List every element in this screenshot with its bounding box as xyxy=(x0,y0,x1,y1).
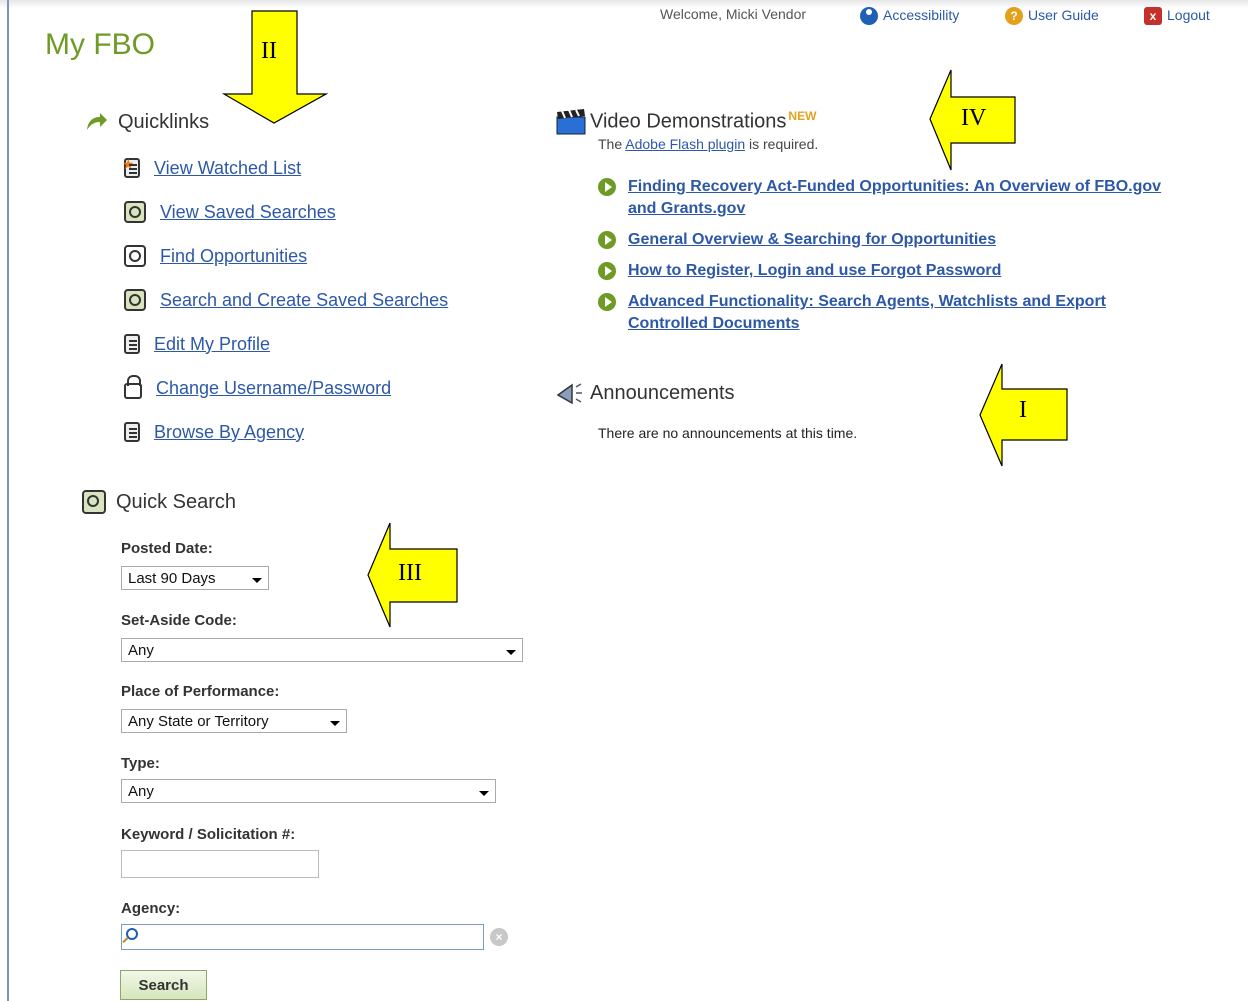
play-icon xyxy=(598,231,616,249)
announcements-heading: Announcements xyxy=(556,381,735,405)
posted-date-value: Last 90 Days xyxy=(128,569,216,587)
quicklink-label[interactable]: View Saved Searches xyxy=(160,202,336,223)
video-item[interactable]: Finding Recovery Act-Funded Opportunitie… xyxy=(598,176,1178,220)
quicklink-view-watched-list[interactable]: ★ View Watched List xyxy=(122,146,448,190)
type-select[interactable]: Any xyxy=(121,779,496,803)
lock-icon xyxy=(124,375,142,399)
search-icon xyxy=(126,928,138,940)
video-link[interactable]: General Overview & Searching for Opportu… xyxy=(628,229,996,251)
saved-searches-icon xyxy=(124,201,146,223)
clear-icon[interactable]: × xyxy=(490,928,508,946)
video-link[interactable]: Finding Recovery Act-Funded Opportunitie… xyxy=(628,176,1178,220)
type-value: Any xyxy=(128,782,154,800)
place-of-performance-label: Place of Performance: xyxy=(121,683,280,700)
watched-list-icon: ★ xyxy=(122,156,140,178)
callout-label-i: I xyxy=(1019,397,1027,423)
video-item[interactable]: Advanced Functionality: Search Agents, W… xyxy=(598,291,1178,335)
quicklinks-list: ★ View Watched List View Saved Searches … xyxy=(122,146,448,454)
keyword-input[interactable] xyxy=(121,850,319,878)
logout-icon: x xyxy=(1144,7,1162,25)
accessibility-label: Accessibility xyxy=(883,7,960,23)
flash-req-suffix: is required. xyxy=(745,136,819,152)
document-icon xyxy=(124,422,140,442)
callout-arrow-ii: II xyxy=(222,10,328,124)
saved-searches-icon xyxy=(124,289,146,311)
quicklinks-arrow-icon xyxy=(84,110,108,134)
callout-arrow-iii: III xyxy=(367,522,459,628)
callout-label-iii: III xyxy=(398,560,422,586)
quicklink-label[interactable]: Change Username/Password xyxy=(156,378,391,399)
quicklinks-title: Quicklinks xyxy=(118,110,210,133)
accessibility-link[interactable]: Accessibility xyxy=(860,6,960,25)
help-icon: ? xyxy=(1005,7,1023,25)
quick-search-icon xyxy=(82,490,106,514)
megaphone-icon xyxy=(556,381,582,405)
agency-label: Agency: xyxy=(121,900,181,917)
announcements-text: There are no announcements at this time. xyxy=(598,425,858,441)
posted-date-select[interactable]: Last 90 Days xyxy=(121,566,269,590)
quicklink-change-password[interactable]: Change Username/Password xyxy=(124,366,448,410)
find-icon xyxy=(124,245,146,267)
adobe-flash-link[interactable]: Adobe Flash plugin xyxy=(625,136,745,152)
agency-input[interactable] xyxy=(121,924,484,950)
keyword-label: Keyword / Solicitation #: xyxy=(121,826,296,843)
quicklink-label[interactable]: Browse By Agency xyxy=(154,422,304,443)
type-label: Type: xyxy=(121,755,160,772)
place-of-performance-select[interactable]: Any State or Territory xyxy=(121,709,347,733)
profile-icon xyxy=(124,334,140,354)
play-icon xyxy=(598,293,616,311)
new-badge: NEW xyxy=(788,109,817,123)
video-title: Video Demonstrations xyxy=(590,110,787,133)
logout-label: Logout xyxy=(1167,7,1210,23)
quicklink-label[interactable]: Find Opportunities xyxy=(160,246,307,267)
quicklinks-heading: Quicklinks xyxy=(84,110,209,134)
left-border xyxy=(7,0,9,1001)
chevron-down-icon xyxy=(506,649,516,655)
accessibility-icon xyxy=(860,7,878,25)
video-item[interactable]: How to Register, Login and use Forgot Pa… xyxy=(598,260,1178,282)
clapperboard-icon xyxy=(556,109,586,135)
quicklink-browse-by-agency[interactable]: Browse By Agency xyxy=(124,410,448,454)
callout-arrow-i: I xyxy=(979,363,1069,467)
quicklink-edit-profile[interactable]: Edit My Profile xyxy=(124,322,448,366)
posted-date-label: Posted Date: xyxy=(121,540,213,557)
logout-link[interactable]: x Logout xyxy=(1144,6,1210,25)
callout-label-ii: II xyxy=(261,38,277,64)
play-icon xyxy=(598,178,616,196)
quicklink-label[interactable]: View Watched List xyxy=(154,158,301,179)
quicklink-label[interactable]: Edit My Profile xyxy=(154,334,270,355)
play-icon xyxy=(598,262,616,280)
search-button[interactable]: Search xyxy=(120,970,207,1000)
user-guide-label: User Guide xyxy=(1028,7,1099,23)
place-of-performance-value: Any State or Territory xyxy=(128,712,269,730)
chevron-down-icon xyxy=(252,577,262,583)
page-title: My FBO xyxy=(45,28,155,61)
video-item[interactable]: General Overview & Searching for Opportu… xyxy=(598,229,1178,251)
callout-label-iv: IV xyxy=(961,105,987,131)
video-link[interactable]: How to Register, Login and use Forgot Pa… xyxy=(628,260,1001,282)
quicklink-find-opportunities[interactable]: Find Opportunities xyxy=(124,234,448,278)
chevron-down-icon xyxy=(330,720,340,726)
set-aside-value: Any xyxy=(128,641,154,659)
chevron-down-icon xyxy=(479,790,489,796)
quicklink-label[interactable]: Search and Create Saved Searches xyxy=(160,290,448,311)
quick-search-heading: Quick Search xyxy=(82,490,236,514)
set-aside-label: Set-Aside Code: xyxy=(121,612,237,629)
quick-search-title: Quick Search xyxy=(116,490,237,513)
video-heading: Video Demonstrations NEW xyxy=(556,109,817,135)
set-aside-select[interactable]: Any xyxy=(121,638,523,662)
video-list: Finding Recovery Act-Funded Opportunitie… xyxy=(598,176,1178,344)
callout-arrow-iv: IV xyxy=(929,69,1017,171)
flash-requirement: The Adobe Flash plugin is required. xyxy=(598,136,818,152)
welcome-text: Welcome, Micki Vendor xyxy=(660,6,807,22)
quicklink-search-and-create[interactable]: Search and Create Saved Searches xyxy=(124,278,448,322)
announcements-title: Announcements xyxy=(590,381,735,404)
quicklink-view-saved-searches[interactable]: View Saved Searches xyxy=(124,190,448,234)
flash-req-prefix: The xyxy=(598,136,626,152)
video-link[interactable]: Advanced Functionality: Search Agents, W… xyxy=(628,291,1178,335)
user-guide-link[interactable]: ? User Guide xyxy=(1005,6,1099,25)
